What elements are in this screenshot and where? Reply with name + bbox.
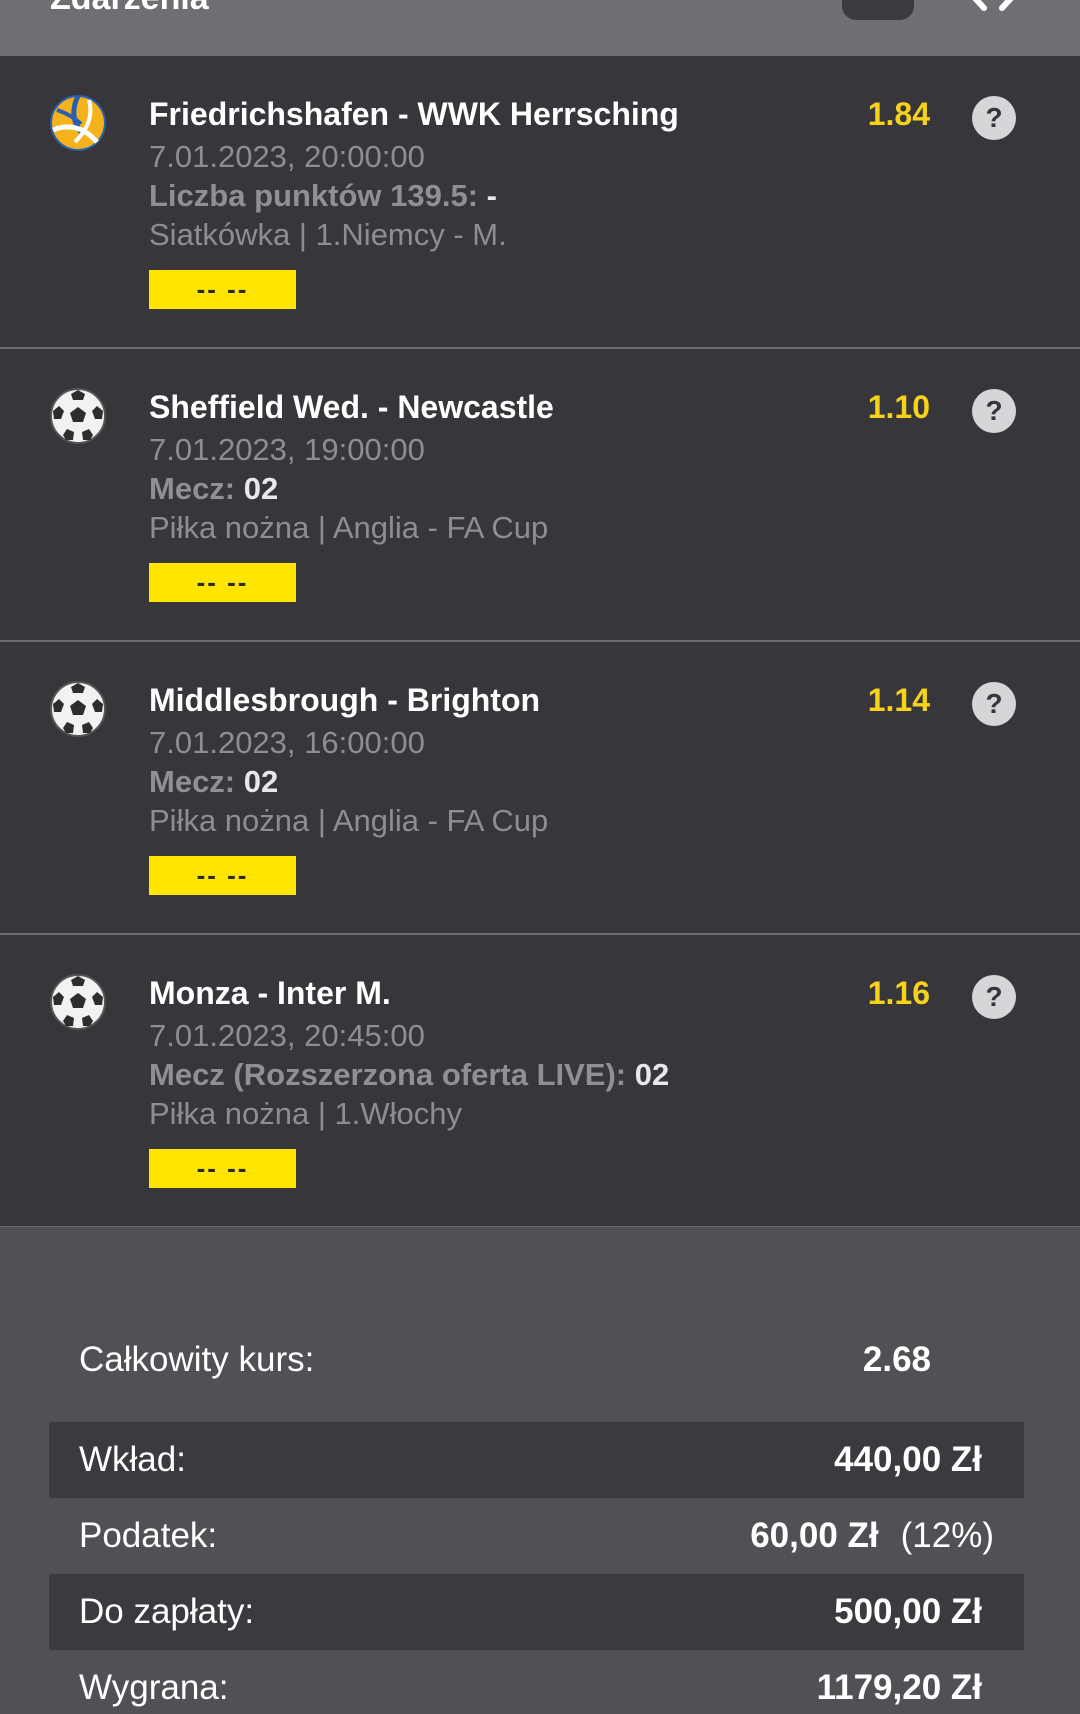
- status-badge: -- --: [149, 270, 296, 309]
- tax-label: Podatek:: [79, 1516, 218, 1555]
- event-market: Mecz: 02: [149, 763, 278, 801]
- total-odds-row: Całkowity kurs: 2.68: [49, 1322, 1024, 1398]
- win-label: Wygrana:: [79, 1668, 229, 1707]
- soccer-ball-icon: [50, 681, 106, 737]
- to-pay-row: Do zapłaty: 500,00 Zł: [49, 1574, 1024, 1650]
- status-badge: -- --: [149, 563, 296, 602]
- status-badge: -- --: [149, 856, 296, 895]
- stake-row: Wkład: 440,00 Zł: [49, 1422, 1024, 1498]
- market-label: Mecz (Rozszerzona oferta LIVE):: [149, 1057, 635, 1092]
- event-item[interactable]: Friedrichshafen - WWK Herrsching 1.84 ? …: [0, 56, 1080, 349]
- market-label: Mecz:: [149, 764, 244, 799]
- top-bar: Zdarzenia: [0, 0, 1080, 56]
- soccer-ball-icon: [50, 388, 106, 444]
- event-date: 7.01.2023, 19:00:00: [149, 432, 425, 467]
- event-item[interactable]: Sheffield Wed. - Newcastle 1.10 ? 7.01.2…: [0, 349, 1080, 642]
- event-title: Middlesbrough - Brighton: [149, 682, 541, 718]
- stake-label: Wkład:: [79, 1440, 186, 1479]
- event-title: Friedrichshafen - WWK Herrsching: [149, 96, 679, 132]
- event-odds: 1.14: [867, 682, 930, 718]
- event-list: Friedrichshafen - WWK Herrsching 1.84 ? …: [0, 56, 1080, 1227]
- event-odds: 1.10: [867, 389, 930, 425]
- event-odds: 1.16: [867, 975, 930, 1011]
- market-label: Mecz:: [149, 471, 244, 506]
- tax-row: Podatek: 60,00 Zł (12%): [49, 1498, 1024, 1574]
- bet-summary: Całkowity kurs: 2.68 Wkład: 440,00 Zł Po…: [0, 1231, 1080, 1714]
- event-title: Sheffield Wed. - Newcastle: [149, 389, 554, 425]
- tax-value: 60,00 Zł: [750, 1516, 879, 1555]
- tax-percent: (12%): [900, 1516, 994, 1555]
- volleyball-icon: [50, 94, 106, 151]
- market-pick: 02: [634, 1057, 670, 1092]
- to-pay-label: Do zapłaty:: [79, 1592, 255, 1631]
- bet-count-button[interactable]: [842, 0, 914, 20]
- event-league: Siatkówka | 1.Niemcy - M.: [149, 217, 507, 252]
- event-item[interactable]: Monza - Inter M. 1.16 ? 7.01.2023, 20:45…: [0, 935, 1080, 1227]
- event-market: Mecz: 02: [149, 470, 278, 508]
- win-value: 1179,20 Zł: [816, 1668, 982, 1707]
- event-league: Piłka nożna | 1.Włochy: [149, 1096, 463, 1131]
- event-market: Mecz (Rozszerzona oferta LIVE): 02: [149, 1056, 669, 1094]
- market-pick: 02: [243, 471, 279, 506]
- win-row: Wygrana: 1179,20 Zł: [49, 1650, 1024, 1714]
- tax-value-group: 60,00 Zł (12%): [750, 1498, 994, 1574]
- event-item[interactable]: Middlesbrough - Brighton 1.14 ? 7.01.202…: [0, 642, 1080, 935]
- market-pick: 02: [243, 764, 279, 799]
- help-icon[interactable]: ?: [972, 682, 1016, 726]
- to-pay-value: 500,00 Zł: [834, 1592, 982, 1631]
- total-odds-label: Całkowity kurs:: [79, 1340, 315, 1379]
- status-badge: -- --: [149, 1149, 296, 1188]
- stake-value: 440,00 Zł: [834, 1440, 982, 1479]
- page-title: Zdarzenia: [50, 0, 209, 16]
- event-date: 7.01.2023, 16:00:00: [149, 725, 425, 760]
- soccer-ball-icon: [50, 974, 106, 1030]
- market-pick: -: [486, 178, 497, 213]
- help-icon[interactable]: ?: [972, 96, 1016, 140]
- event-date: 7.01.2023, 20:45:00: [149, 1018, 425, 1053]
- event-odds: 1.84: [867, 96, 930, 132]
- total-odds-value: 2.68: [862, 1340, 931, 1379]
- help-icon[interactable]: ?: [972, 975, 1016, 1019]
- market-label: Liczba punktów 139.5:: [149, 178, 487, 213]
- close-icon[interactable]: [958, 0, 1028, 14]
- event-title: Monza - Inter M.: [149, 975, 391, 1011]
- event-league: Piłka nożna | Anglia - FA Cup: [149, 510, 549, 545]
- event-date: 7.01.2023, 20:00:00: [149, 139, 425, 174]
- event-market: Liczba punktów 139.5: -: [149, 177, 497, 215]
- event-league: Piłka nożna | Anglia - FA Cup: [149, 803, 549, 838]
- help-icon[interactable]: ?: [972, 389, 1016, 433]
